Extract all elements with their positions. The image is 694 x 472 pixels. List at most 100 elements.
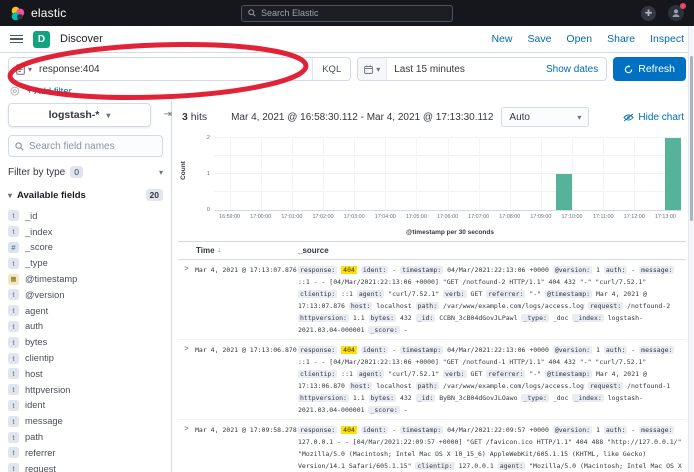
table-row: >Mar 4, 2021 @ 17:13:06.870response: 404… <box>178 340 686 420</box>
scrollbar-thumb[interactable] <box>690 56 693 221</box>
eye-slash-icon <box>623 113 634 122</box>
query-input[interactable]: response:404 <box>39 64 312 75</box>
source-key: message: <box>639 346 674 354</box>
field-item-bytes[interactable]: tbytes <box>8 334 163 350</box>
time-column-header[interactable]: Time ↓ <box>178 246 298 255</box>
source-value: 127.0.0.1 <box>459 462 494 470</box>
gridline <box>385 138 386 210</box>
source-value: "curl/7.52.1" <box>388 370 439 378</box>
doc-source: response: 404 ident: - timestamp: 04/Mar… <box>298 264 686 336</box>
scrollbar[interactable] <box>688 26 694 472</box>
string-field-icon: t <box>8 210 19 221</box>
interval-select[interactable]: Auto ▾ <box>501 107 589 127</box>
field-search-input[interactable]: Search field names <box>8 135 163 157</box>
filter-options-icon[interactable]: ◎ <box>10 86 20 97</box>
string-field-icon: t <box>8 353 19 364</box>
source-key: response: <box>298 346 337 354</box>
source-key: _index: <box>572 314 603 322</box>
x-tick-label: 17:06:00 <box>437 214 458 220</box>
histogram-bar-17:13:00[interactable] <box>665 138 681 210</box>
field-item-auth[interactable]: tauth <box>8 319 163 335</box>
elastic-logo-icon <box>10 6 25 21</box>
source-key: path: <box>416 302 440 310</box>
x-tick-label: 17:08:00 <box>499 214 520 220</box>
string-field-icon: t <box>8 384 19 395</box>
expand-row-icon[interactable]: > <box>178 424 195 472</box>
string-field-icon: t <box>8 416 19 427</box>
query-language-button[interactable]: KQL <box>312 58 350 80</box>
histogram-bar-17:09:30[interactable] <box>556 174 572 210</box>
source-value: 1.1 <box>353 314 365 322</box>
hits-count: 3 hits <box>182 111 207 123</box>
user-avatar[interactable] <box>668 5 684 21</box>
saved-query-menu-button[interactable]: ▾ <box>9 58 39 80</box>
string-field-icon: t <box>8 463 19 472</box>
nav-action-new[interactable]: New <box>491 33 512 45</box>
help-icon[interactable]: ✚ <box>641 6 656 21</box>
source-key: message: <box>639 266 674 274</box>
field-item-message[interactable]: t message <box>8 413 163 429</box>
source-key: @version: <box>553 346 592 354</box>
menu-icon[interactable] <box>10 35 23 44</box>
field-item-httpversion[interactable]: t httpversion <box>8 382 163 398</box>
field-item-agent[interactable]: tagent <box>8 303 163 319</box>
chevron-down-icon: ▾ <box>577 113 581 122</box>
gridline <box>261 138 262 210</box>
nav-action-open[interactable]: Open <box>566 33 592 45</box>
field-item-_id[interactable]: t_id <box>8 208 163 224</box>
discover-app-badge[interactable]: D <box>33 31 50 48</box>
add-filter-button[interactable]: + Add filter <box>27 86 72 97</box>
source-key: auth: <box>604 346 628 354</box>
collapse-sidebar-icon[interactable]: ⇥ <box>164 109 172 120</box>
field-item-_score[interactable]: # _score <box>8 240 163 256</box>
time-range-value[interactable]: Last 15 minutes <box>387 64 538 75</box>
field-item-clientip[interactable]: tclientip <box>8 350 163 366</box>
nav-action-inspect[interactable]: Inspect <box>650 33 684 45</box>
source-key: timestamp: <box>400 346 443 354</box>
source-key: agent: <box>498 462 525 470</box>
field-item-request[interactable]: trequest <box>8 461 163 472</box>
source-key: clientip: <box>415 462 454 470</box>
field-item-@version[interactable]: t@version <box>8 287 163 303</box>
hide-chart-button[interactable]: Hide chart <box>623 112 684 123</box>
x-tick-label: 17:02:00 <box>312 214 333 220</box>
source-key: verb: <box>443 370 467 378</box>
field-item-ident[interactable]: tident <box>8 398 163 414</box>
field-name: httpversion <box>25 385 70 395</box>
table-row: >Mar 4, 2021 @ 17:09:58.278response: 404… <box>178 420 686 472</box>
field-item-@timestamp[interactable]: ▦@timestamp <box>8 271 163 287</box>
source-key: _type: <box>521 394 548 402</box>
x-tick-label: 16:59:00 <box>219 214 240 220</box>
quick-select-button[interactable]: ▾ <box>358 58 387 80</box>
index-pattern-select[interactable]: logstash-* ▾ <box>8 103 151 127</box>
number-field-icon: # <box>8 242 19 253</box>
field-name: ident <box>25 400 45 410</box>
source-key: path: <box>416 382 440 390</box>
string-field-icon: t <box>8 368 19 379</box>
field-item-_type[interactable]: t_type <box>8 255 163 271</box>
available-fields-header[interactable]: ▾ Available fields 20 <box>8 185 163 208</box>
filter-by-type-button[interactable]: Filter by type 0 ▾ <box>8 165 163 185</box>
x-tick-label: 17:05:00 <box>406 214 427 220</box>
field-name: _score <box>25 242 53 252</box>
refresh-button[interactable]: Refresh <box>613 57 686 81</box>
field-item-host[interactable]: thost <box>8 366 163 382</box>
string-field-icon: t <box>8 258 19 269</box>
show-dates-button[interactable]: Show dates <box>538 64 606 75</box>
nav-action-share[interactable]: Share <box>607 33 635 45</box>
global-search-input[interactable]: Search Elastic <box>241 5 453 22</box>
nav-action-save[interactable]: Save <box>527 33 551 45</box>
field-item-path[interactable]: tpath <box>8 429 163 445</box>
expand-row-icon[interactable]: > <box>178 264 195 336</box>
source-value: - <box>631 426 635 434</box>
y-tick-label: 0 <box>199 207 210 213</box>
field-item-_index[interactable]: t_index <box>8 224 163 240</box>
field-item-referrer[interactable]: treferrer <box>8 445 163 461</box>
string-field-icon: t <box>8 226 19 237</box>
query-input-group: ▾ response:404 KQL <box>8 57 351 81</box>
expand-row-icon[interactable]: > <box>178 344 195 416</box>
chevron-down-icon: ▾ <box>106 111 110 120</box>
source-key: message: <box>639 426 674 434</box>
field-name: message <box>25 416 63 426</box>
source-value: 1 <box>596 426 600 434</box>
